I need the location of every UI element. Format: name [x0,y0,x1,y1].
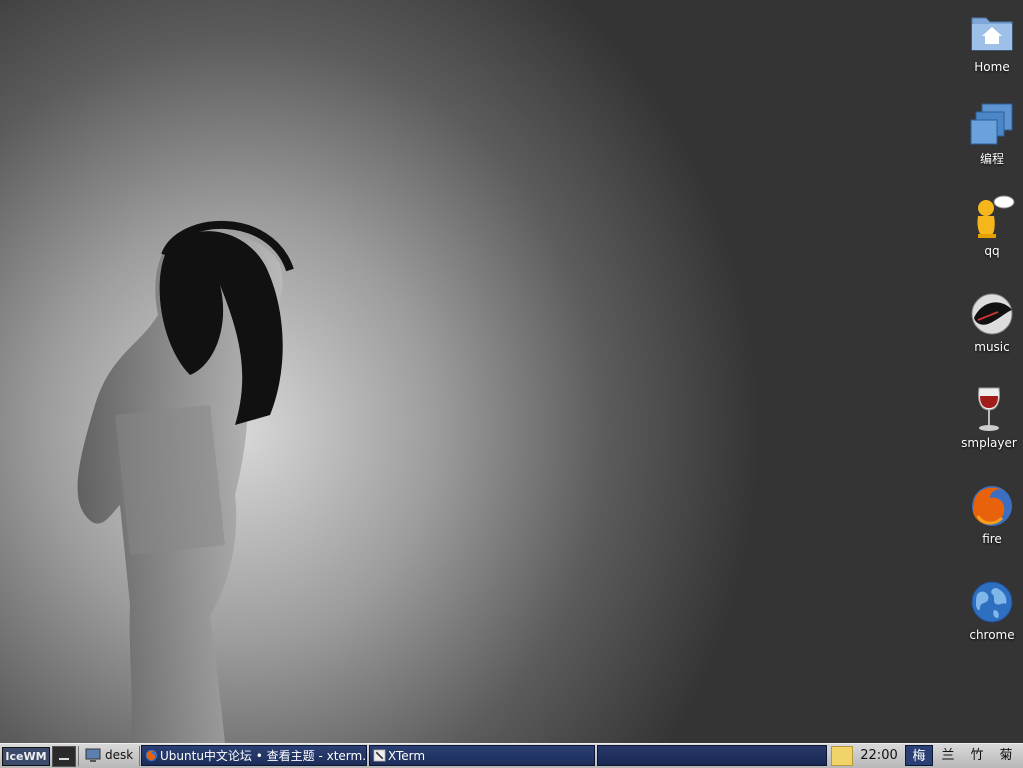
workspace-2[interactable]: 兰 [934,745,962,766]
taskbar-separator [78,746,79,766]
task-label: XTerm [388,749,426,763]
workspace-1[interactable]: 梅 [905,745,933,766]
desktop-icon-label: fire [982,532,1002,546]
tray-note-icon[interactable] [831,746,853,766]
home-folder-icon [971,17,1013,51]
desktop-icon-label: chrome [969,628,1015,642]
workspace-3[interactable]: 竹 [963,745,991,766]
task-label: Ubuntu中文论坛 • 查看主题 - xterm... [160,749,367,763]
minimize-windows-icon [59,758,69,760]
taskbar-task-firefox[interactable]: Ubuntu中文论坛 • 查看主题 - xterm... [141,745,367,766]
desktop: Home 编程 qq music smplayer fire chrome [0,0,1023,743]
start-menu-button[interactable]: IceWM [2,747,50,766]
workspace-4[interactable]: 菊 [992,745,1020,766]
desktop-icon-music[interactable]: music [957,290,1023,354]
show-desktop-icon[interactable] [85,748,101,764]
desktop-icon-label: smplayer [961,436,1017,450]
orca-music-icon [971,293,1013,335]
desktop-icon-label: 编程 [979,152,1004,166]
desktop-icon-home[interactable]: Home [957,10,1023,74]
taskbar-separator [139,746,140,766]
desktop-icon-programming[interactable]: 编程 [957,100,1023,167]
desktop-icon-label: qq [984,244,1000,258]
terminal-icon [373,749,386,762]
wine-glass-icon [978,387,1000,431]
desktop-icon-label: Home [974,60,1010,74]
desktop-icon-qq[interactable]: qq [957,194,1023,258]
taskbar: IceWM desk Ubuntu中文论坛 • 查看主题 - xterm... … [0,743,1023,768]
windows-stack-icon [970,103,1013,145]
window-list-button[interactable] [52,746,76,767]
desktop-icon-label: music [974,340,1010,354]
taskbar-clock[interactable]: 22:00 [856,744,902,767]
desktop-icon-chrome[interactable]: chrome [957,578,1023,642]
desktop-icon-firefox[interactable]: fire [957,482,1023,546]
globe-icon [971,581,1013,623]
qq-penguin-icon [977,195,1015,238]
wallpaper-figure [77,220,294,743]
firefox-icon [145,749,158,762]
show-desktop-label[interactable]: desk [105,746,133,765]
taskbar-task-xterm[interactable]: XTerm [369,745,595,766]
taskbar-empty-area [597,745,827,766]
firefox-icon [972,486,1012,526]
desktop-icon-smplayer[interactable]: smplayer [954,386,1023,450]
